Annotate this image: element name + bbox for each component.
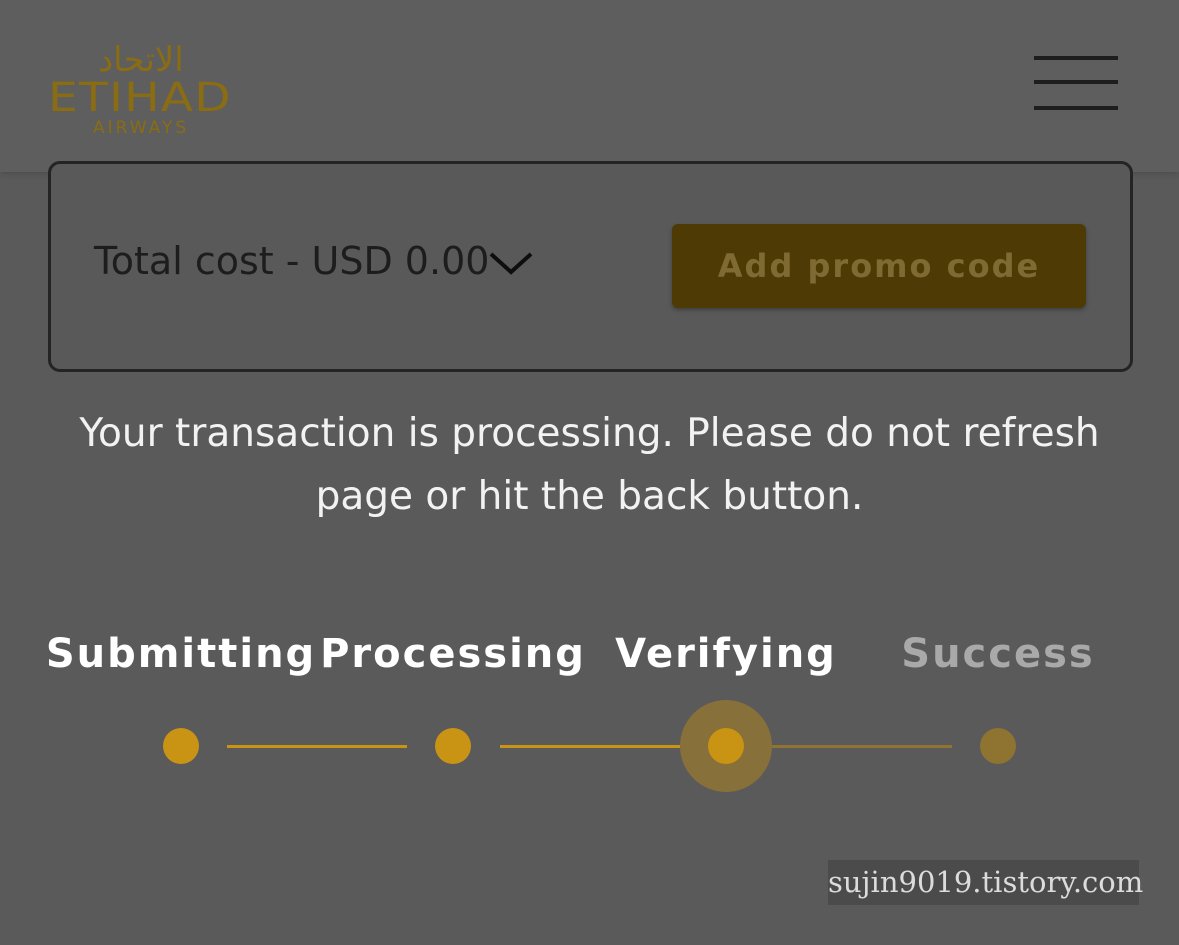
total-cost-card: Total cost - USD 0.00 Add promo code (48, 161, 1133, 372)
menu-bar-top (1034, 56, 1118, 60)
step-dot-success (980, 728, 1016, 764)
menu-bar-middle (1034, 80, 1118, 84)
step-dot-processing (435, 728, 471, 764)
step-label-success: Success (901, 631, 1095, 677)
step-connector-3 (772, 745, 952, 748)
watermark-text: sujin9019.tistory.com (828, 860, 1143, 905)
step-dot-submitting (163, 728, 199, 764)
step-label-processing: Processing (320, 631, 586, 677)
chevron-down-svg (489, 252, 533, 275)
logo-wordmark: ETIHAD (48, 75, 232, 121)
hamburger-menu-icon[interactable] (1034, 56, 1120, 116)
logo-subtitle: AIRWAYS (93, 118, 190, 138)
step-label-submitting: Submitting (45, 631, 317, 677)
total-cost-label[interactable]: Total cost - USD 0.00 (94, 236, 489, 286)
processing-notice: Your transaction is processing. Please d… (79, 411, 1100, 519)
logo-arabic-text: الاتحاد (98, 40, 184, 80)
chevron-down-icon[interactable] (487, 248, 535, 278)
step-connector-1 (227, 745, 407, 748)
step-label-verifying: Verifying (615, 631, 837, 677)
site-header: الاتحاد ETIHAD AIRWAYS (0, 0, 1179, 172)
step-connector-2 (500, 745, 680, 748)
etihad-airways-logo[interactable]: الاتحاد ETIHAD AIRWAYS (48, 40, 248, 140)
transaction-progress-stepper: Submitting Processing Verifying Success (0, 620, 1179, 820)
step-dot-verifying (708, 728, 744, 764)
menu-bar-bottom (1034, 106, 1118, 110)
add-promo-code-button[interactable]: Add promo code (672, 224, 1086, 308)
